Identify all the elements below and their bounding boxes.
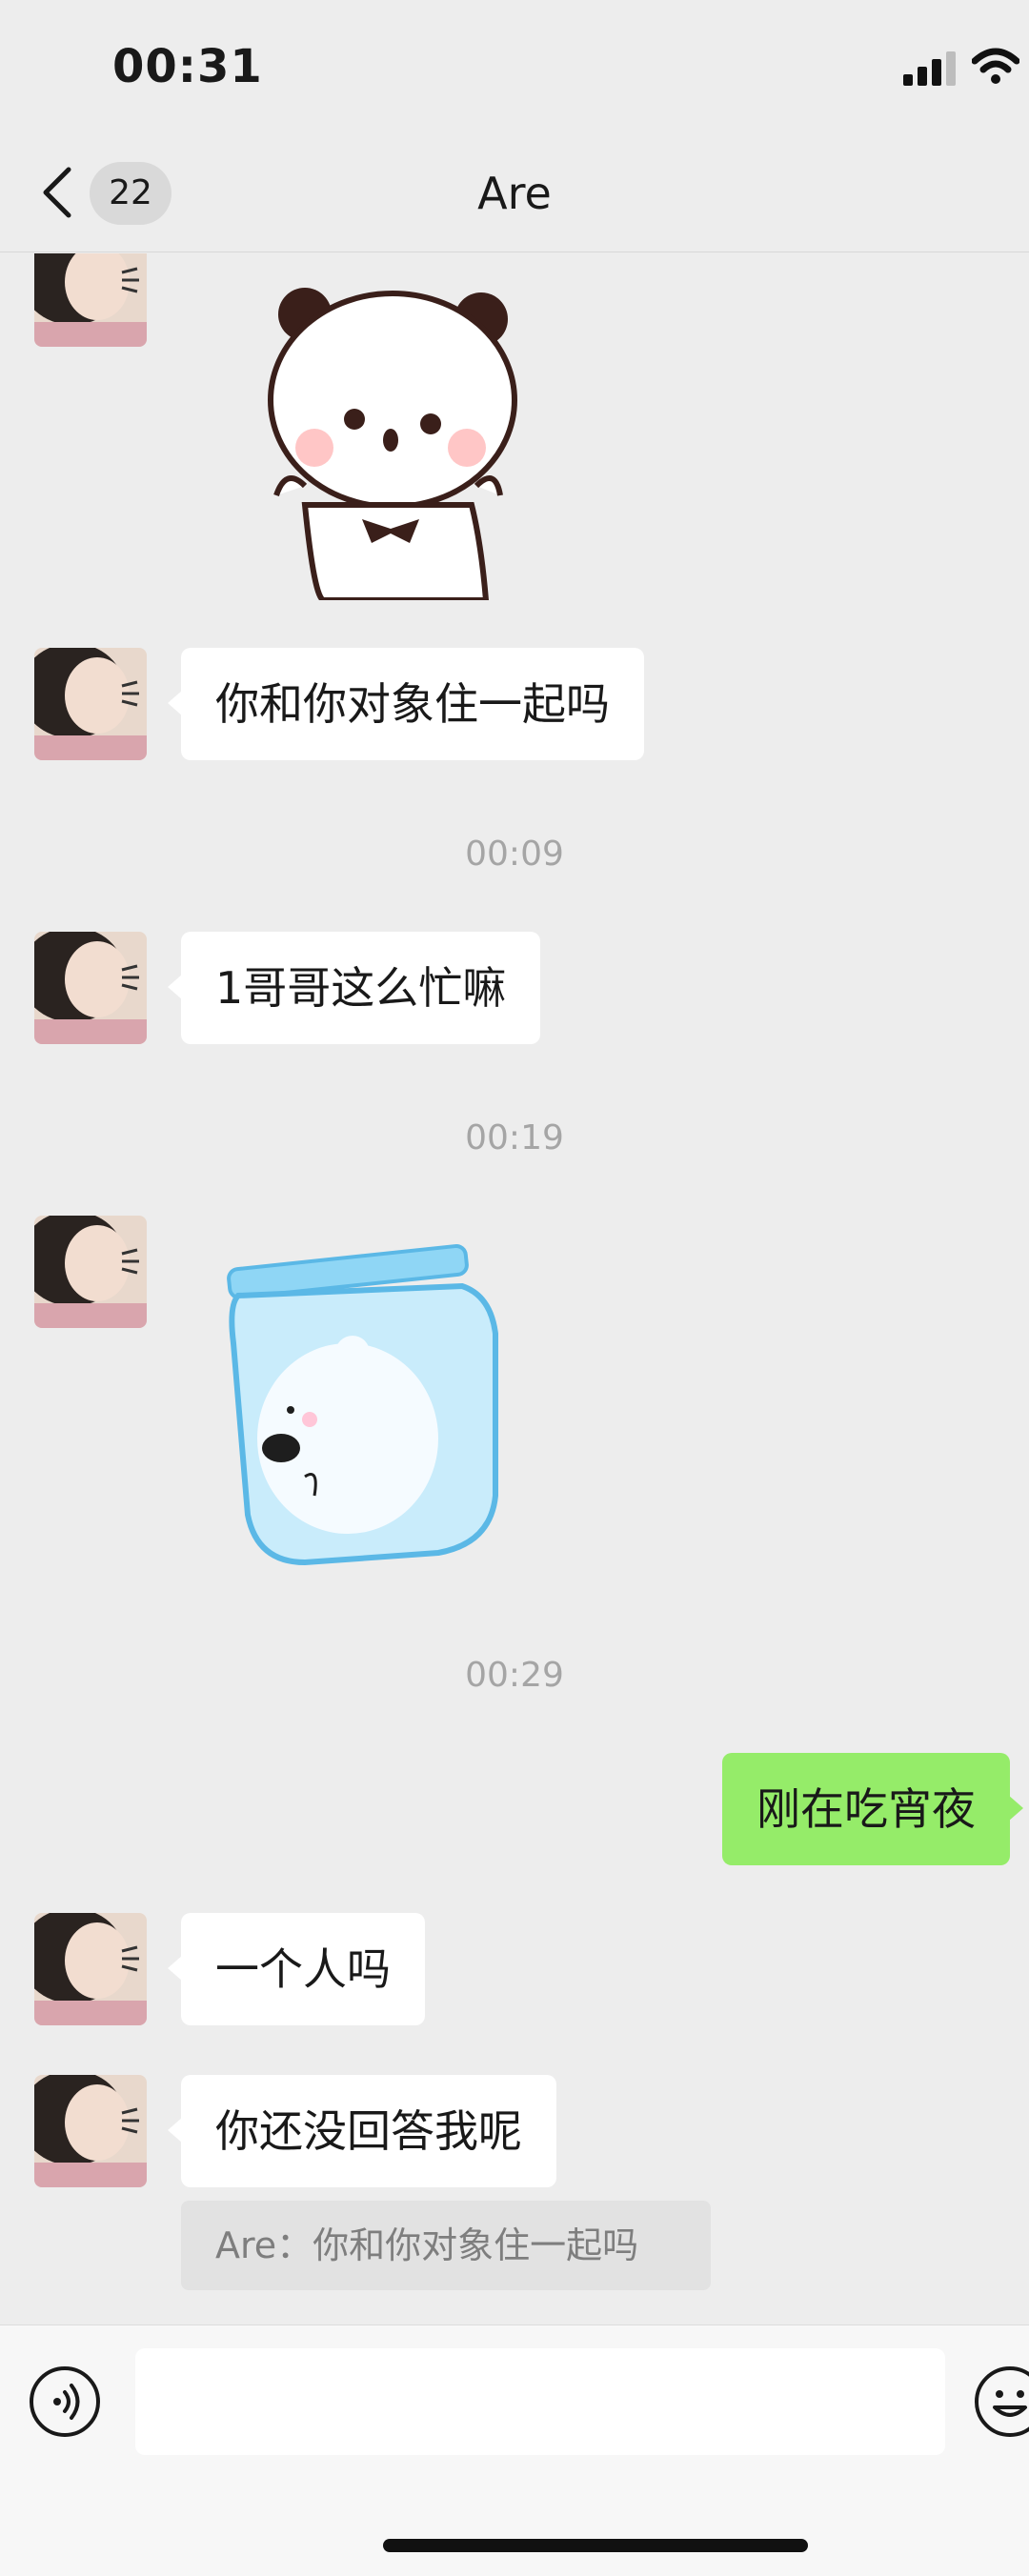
wifi-icon: [972, 48, 1019, 84]
message-bubble-incoming[interactable]: 一个人吗: [168, 1913, 425, 2025]
contact-avatar[interactable]: [34, 2075, 147, 2187]
message-bubble-outgoing[interactable]: 刚在吃宵夜: [722, 1753, 1023, 1865]
message-timestamp: 00:09: [465, 835, 564, 874]
quoted-message[interactable]: Are：你和你对象住一起吗: [181, 2201, 711, 2290]
message-timestamp: 00:19: [465, 1118, 564, 1157]
signal-icon: [903, 51, 956, 86]
home-indicator: [383, 2539, 808, 2552]
message-bubble-incoming[interactable]: 1哥哥这么忙嘛: [167, 932, 541, 1044]
contact-avatar[interactable]: [34, 1913, 147, 2025]
message-bubble-incoming[interactable]: 你还没回答我呢: [168, 2075, 556, 2187]
message-input[interactable]: [135, 2348, 945, 2455]
status-time: 00:31: [112, 40, 263, 93]
bear-in-jar-sticker[interactable]: [219, 1229, 514, 1572]
message-bubble-incoming[interactable]: 你和你对象住一起吗: [168, 648, 644, 760]
emoji-icon[interactable]: [974, 2365, 1029, 2438]
status-bar: 00:31: [0, 0, 1029, 143]
contact-avatar[interactable]: [34, 648, 147, 760]
voice-icon[interactable]: [29, 2365, 101, 2438]
input-bar: [0, 2324, 1029, 2576]
panda-sticker[interactable]: [248, 276, 534, 600]
contact-avatar[interactable]: [34, 932, 147, 1044]
chat-header: 22 Are: [0, 143, 1029, 252]
message-timestamp: 00:29: [465, 1656, 564, 1695]
chat-title: Are: [477, 168, 552, 219]
contact-avatar[interactable]: [34, 1216, 147, 1328]
